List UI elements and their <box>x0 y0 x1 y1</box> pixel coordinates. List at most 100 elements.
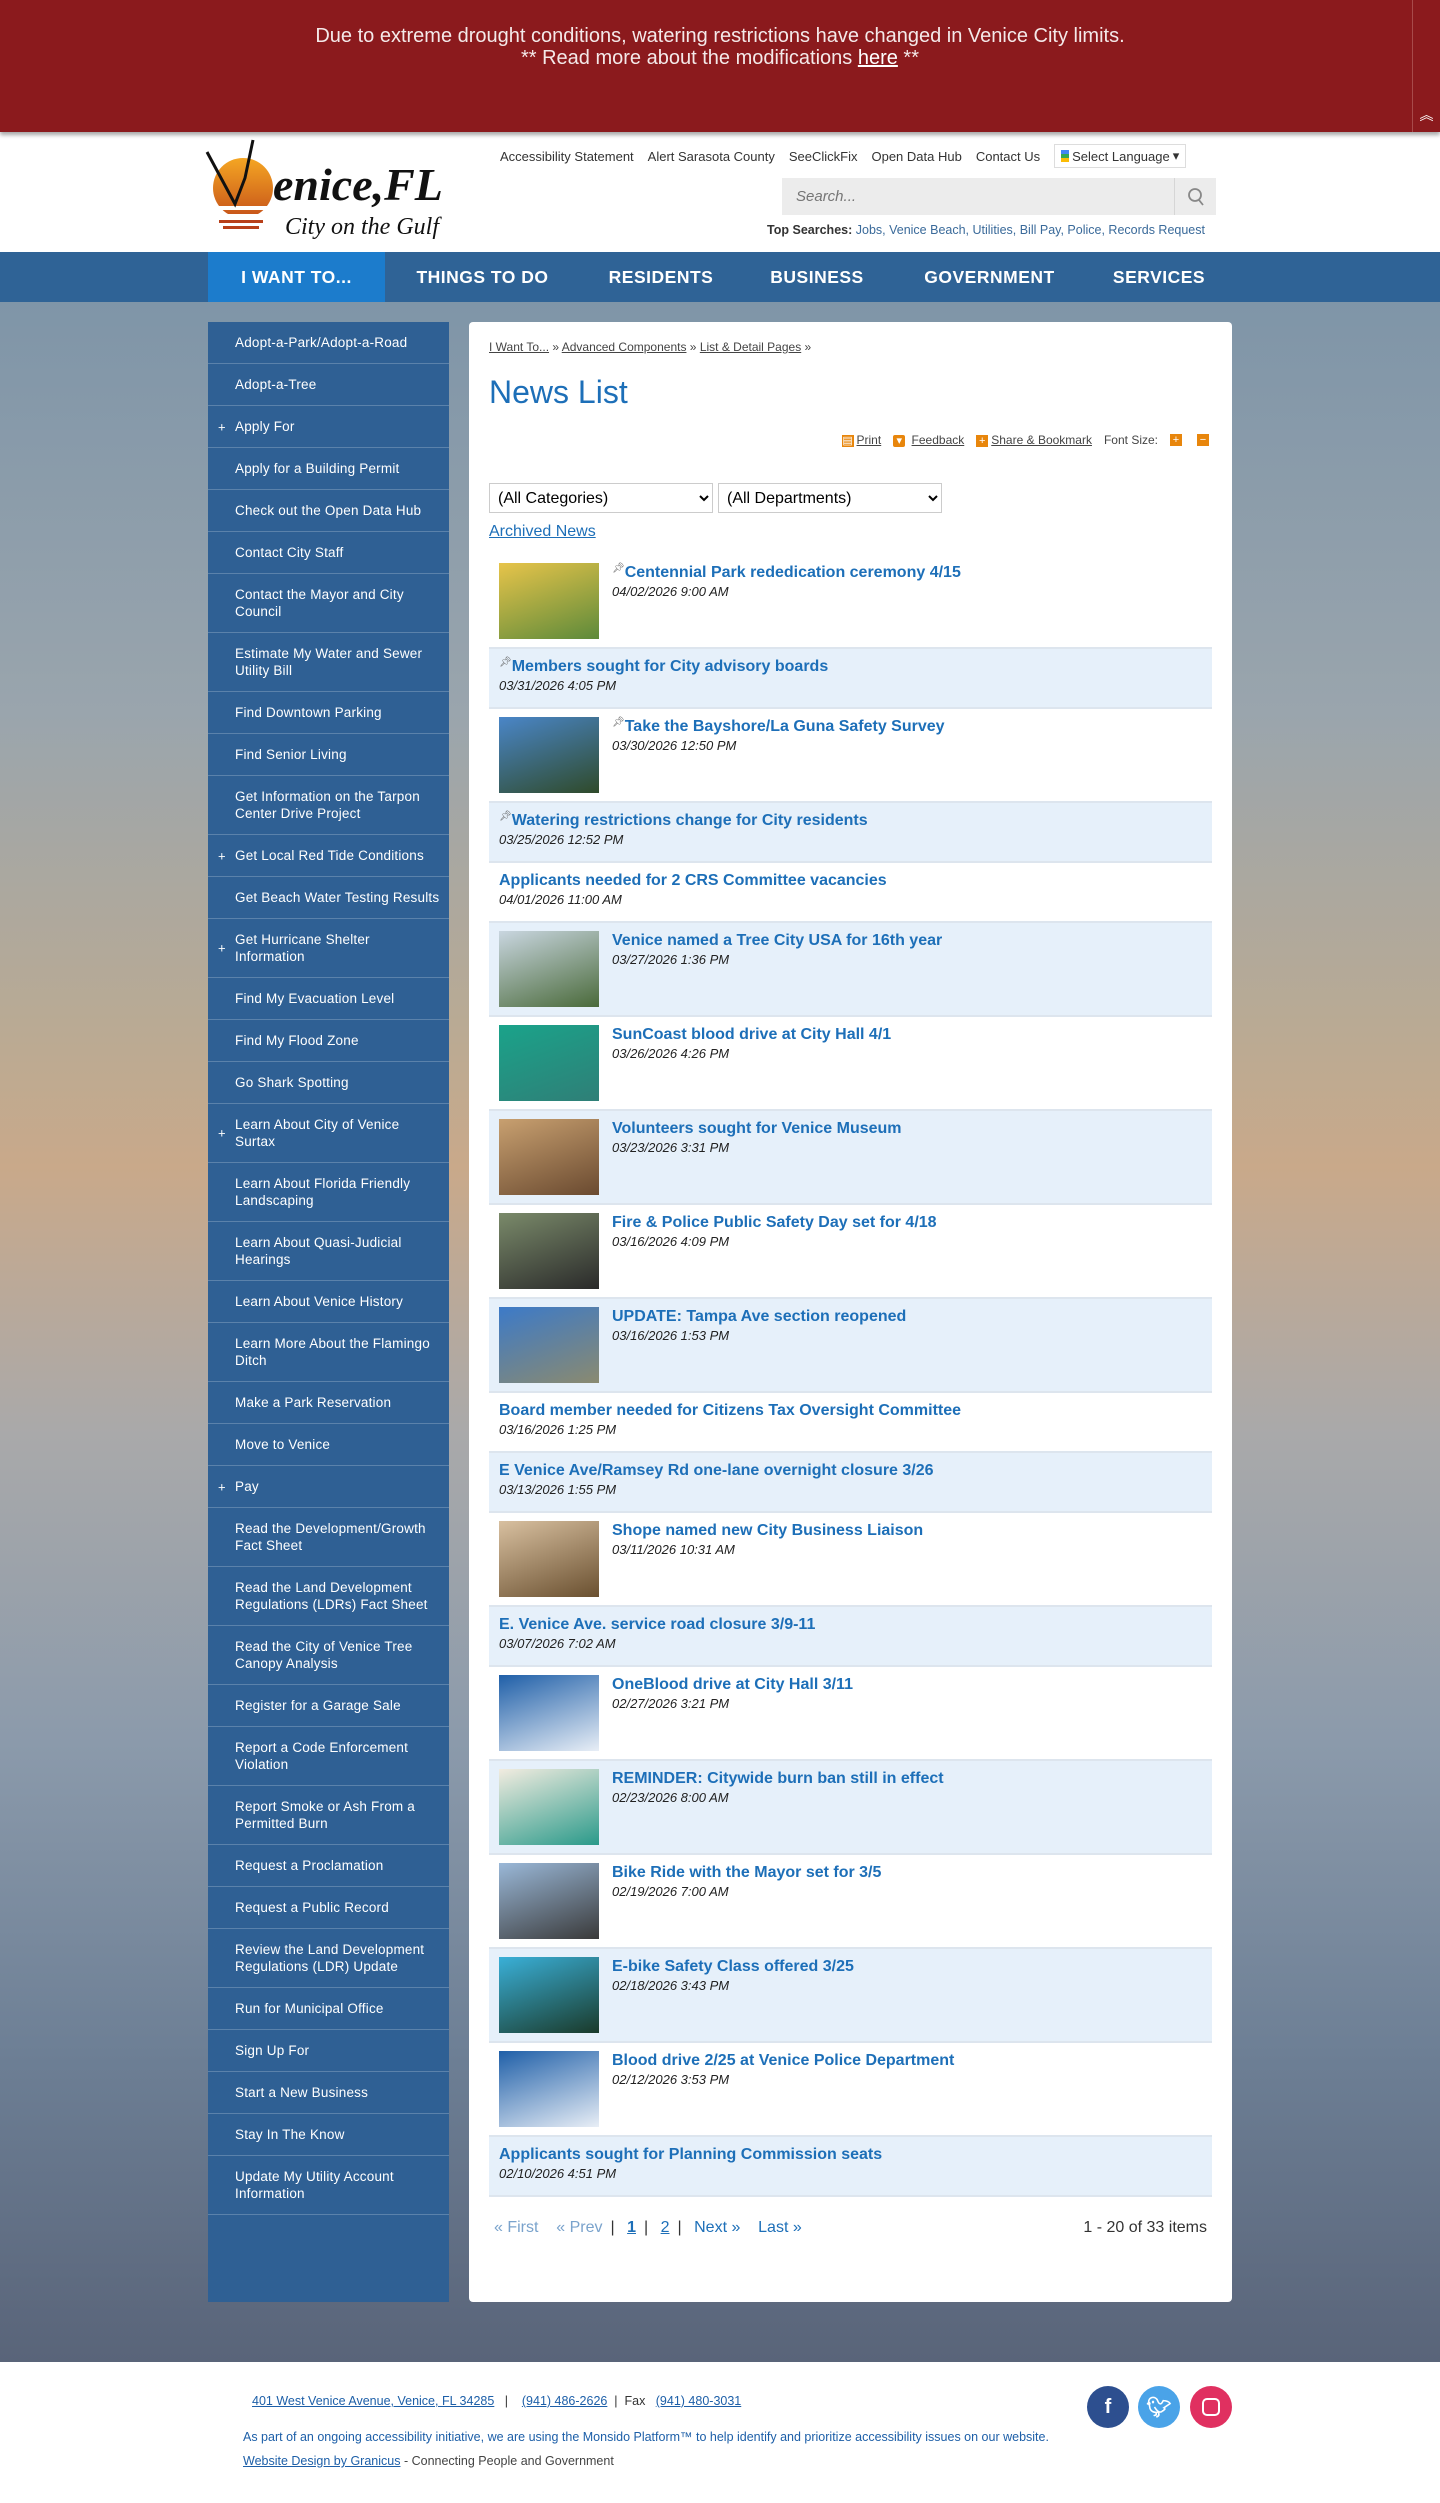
fax-link[interactable]: (941) 480-3031 <box>656 2394 741 2408</box>
next-page-link[interactable]: Next » <box>694 2219 740 2236</box>
sidebar-item[interactable]: Estimate My Water and Sewer Utility Bill <box>208 633 449 692</box>
language-selector[interactable]: Select Language ▾ <box>1054 144 1187 168</box>
news-title-link[interactable]: Blood drive 2/25 at Venice Police Depart… <box>612 2052 954 2069</box>
breadcrumb-list-detail-pages[interactable]: List & Detail Pages <box>700 340 801 354</box>
venice-logo[interactable]: enice,FL City on the Gulf <box>205 138 490 246</box>
sidebar-item[interactable]: Get Information on the Tarpon Center Dri… <box>208 776 449 835</box>
sidebar-item[interactable]: + Pay <box>208 1466 449 1508</box>
expand-plus-icon[interactable]: + <box>218 1125 226 1142</box>
share-label[interactable]: Share & Bookmark <box>991 433 1092 447</box>
seeclickfix-link[interactable]: SeeClickFix <box>789 149 858 164</box>
news-thumbnail[interactable] <box>499 931 599 1007</box>
sidebar-item[interactable]: Read the Development/Growth Fact Sheet <box>208 1508 449 1567</box>
font-increase-icon[interactable]: + <box>1170 434 1182 446</box>
news-thumbnail[interactable] <box>499 2051 599 2127</box>
address-link[interactable]: 401 West Venice Avenue, Venice, FL 34285 <box>252 2394 494 2408</box>
news-title-link[interactable]: Fire & Police Public Safety Day set for … <box>612 1214 937 1231</box>
sidebar-item[interactable]: Report a Code Enforcement Violation <box>208 1727 449 1786</box>
sidebar-item[interactable]: Report Smoke or Ash From a Permitted Bur… <box>208 1786 449 1845</box>
facebook-icon[interactable]: f <box>1087 2386 1129 2428</box>
open-data-hub-link[interactable]: Open Data Hub <box>871 149 961 164</box>
news-thumbnail[interactable] <box>499 1769 599 1845</box>
sidebar-item[interactable]: Learn About Florida Friendly Landscaping <box>208 1163 449 1222</box>
nav-things-to-do[interactable]: THINGS TO DO <box>400 252 565 302</box>
search-button[interactable] <box>1174 178 1216 215</box>
twitter-icon[interactable]: 🐦︎ <box>1138 2386 1180 2428</box>
sidebar-item[interactable]: Read the Land Development Regulations (L… <box>208 1567 449 1626</box>
sidebar-item[interactable]: Learn About Quasi-Judicial Hearings <box>208 1222 449 1281</box>
sidebar-item[interactable]: Request a Public Record <box>208 1887 449 1929</box>
nav-i-want-to[interactable]: I WANT TO... <box>208 252 385 302</box>
print-label[interactable]: Print <box>857 433 882 447</box>
news-thumbnail[interactable] <box>499 1119 599 1195</box>
breadcrumb-advanced-components[interactable]: Advanced Components <box>562 340 687 354</box>
news-thumbnail[interactable] <box>499 717 599 793</box>
sidebar-item[interactable]: Find Downtown Parking <box>208 692 449 734</box>
news-title-link[interactable]: Watering restrictions change for City re… <box>512 812 868 829</box>
accessibility-statement-link[interactable]: Accessibility Statement <box>500 149 634 164</box>
feedback-label[interactable]: Feedback <box>912 433 965 447</box>
sidebar-item[interactable]: Start a New Business <box>208 2072 449 2114</box>
sidebar-item[interactable]: Register for a Garage Sale <box>208 1685 449 1727</box>
news-title-link[interactable]: Members sought for City advisory boards <box>512 658 829 675</box>
news-title-link[interactable]: REMINDER: Citywide burn ban still in eff… <box>612 1770 944 1787</box>
sidebar-item[interactable]: Request a Proclamation <box>208 1845 449 1887</box>
archived-news-link[interactable]: Archived News <box>489 523 596 541</box>
category-select[interactable]: (All Categories) <box>489 483 713 513</box>
news-title-link[interactable]: Applicants needed for 2 CRS Committee va… <box>499 872 887 889</box>
sidebar-item[interactable]: Make a Park Reservation <box>208 1382 449 1424</box>
page-1-link[interactable]: 1 <box>627 2219 636 2236</box>
news-title-link[interactable]: E Venice Ave/Ramsey Rd one-lane overnigh… <box>499 1462 934 1479</box>
news-title-link[interactable]: Venice named a Tree City USA for 16th ye… <box>612 932 942 949</box>
sidebar-item[interactable]: Find My Flood Zone <box>208 1020 449 1062</box>
page-2-link[interactable]: 2 <box>661 2219 670 2236</box>
news-thumbnail[interactable] <box>499 1025 599 1101</box>
share-button[interactable]: + Share & Bookmark <box>976 433 1092 447</box>
news-thumbnail[interactable] <box>499 1863 599 1939</box>
search-input[interactable] <box>782 178 1174 215</box>
news-title-link[interactable]: Bike Ride with the Mayor set for 3/5 <box>612 1864 881 1881</box>
expand-plus-icon[interactable]: + <box>218 1478 226 1495</box>
news-thumbnail[interactable] <box>499 1675 599 1751</box>
news-title-link[interactable]: Applicants sought for Planning Commissio… <box>499 2146 882 2163</box>
news-thumbnail[interactable] <box>499 1307 599 1383</box>
department-select[interactable]: (All Departments) <box>718 483 942 513</box>
news-title-link[interactable]: Volunteers sought for Venice Museum <box>612 1120 902 1137</box>
news-title-link[interactable]: SunCoast blood drive at City Hall 4/1 <box>612 1026 891 1043</box>
news-title-link[interactable]: Shope named new City Business Liaison <box>612 1522 923 1539</box>
news-title-link[interactable]: UPDATE: Tampa Ave section reopened <box>612 1308 906 1325</box>
sidebar-item[interactable]: Run for Municipal Office <box>208 1988 449 2030</box>
top-searches-links[interactable]: Jobs, Venice Beach, Utilities, Bill Pay,… <box>856 223 1205 237</box>
nav-residents[interactable]: RESIDENTS <box>595 252 727 302</box>
breadcrumb-i-want-to[interactable]: I Want To... <box>489 340 549 354</box>
sidebar-item[interactable]: Sign Up For <box>208 2030 449 2072</box>
feedback-button[interactable]: ▾ Feedback <box>893 433 964 447</box>
collapse-banner-icon[interactable]: ︽ <box>1412 0 1440 132</box>
sidebar-item[interactable]: + Get Hurricane Shelter Information <box>208 919 449 978</box>
sidebar-item[interactable]: Learn More About the Flamingo Ditch <box>208 1323 449 1382</box>
news-thumbnail[interactable] <box>499 1213 599 1289</box>
sidebar-item[interactable]: Move to Venice <box>208 1424 449 1466</box>
print-button[interactable]: ▤ Print <box>841 433 882 447</box>
font-decrease-icon[interactable]: − <box>1197 434 1209 446</box>
news-title-link[interactable]: E. Venice Ave. service road closure 3/9-… <box>499 1616 815 1633</box>
sidebar-item[interactable]: Adopt-a-Tree <box>208 364 449 406</box>
first-page-link[interactable]: « First <box>494 2219 538 2236</box>
sidebar-item[interactable]: Find My Evacuation Level <box>208 978 449 1020</box>
sidebar-item[interactable]: Contact the Mayor and City Council <box>208 574 449 633</box>
news-thumbnail[interactable] <box>499 1957 599 2033</box>
alert-here-link[interactable]: here <box>858 47 898 69</box>
news-title-link[interactable]: Take the Bayshore/La Guna Safety Survey <box>625 718 945 735</box>
sidebar-item[interactable]: Update My Utility Account Information <box>208 2156 449 2215</box>
news-title-link[interactable]: OneBlood drive at City Hall 3/11 <box>612 1676 853 1693</box>
sidebar-item[interactable]: Read the City of Venice Tree Canopy Anal… <box>208 1626 449 1685</box>
sidebar-item[interactable]: Apply for a Building Permit <box>208 448 449 490</box>
alert-sarasota-link[interactable]: Alert Sarasota County <box>648 149 775 164</box>
contact-us-link[interactable]: Contact Us <box>976 149 1040 164</box>
sidebar-item[interactable]: Learn About Venice History <box>208 1281 449 1323</box>
sidebar-item[interactable]: Find Senior Living <box>208 734 449 776</box>
nav-government[interactable]: GOVERNMENT <box>907 252 1072 302</box>
expand-plus-icon[interactable]: + <box>218 940 226 957</box>
last-page-link[interactable]: Last » <box>758 2219 802 2236</box>
sidebar-item[interactable]: Check out the Open Data Hub <box>208 490 449 532</box>
